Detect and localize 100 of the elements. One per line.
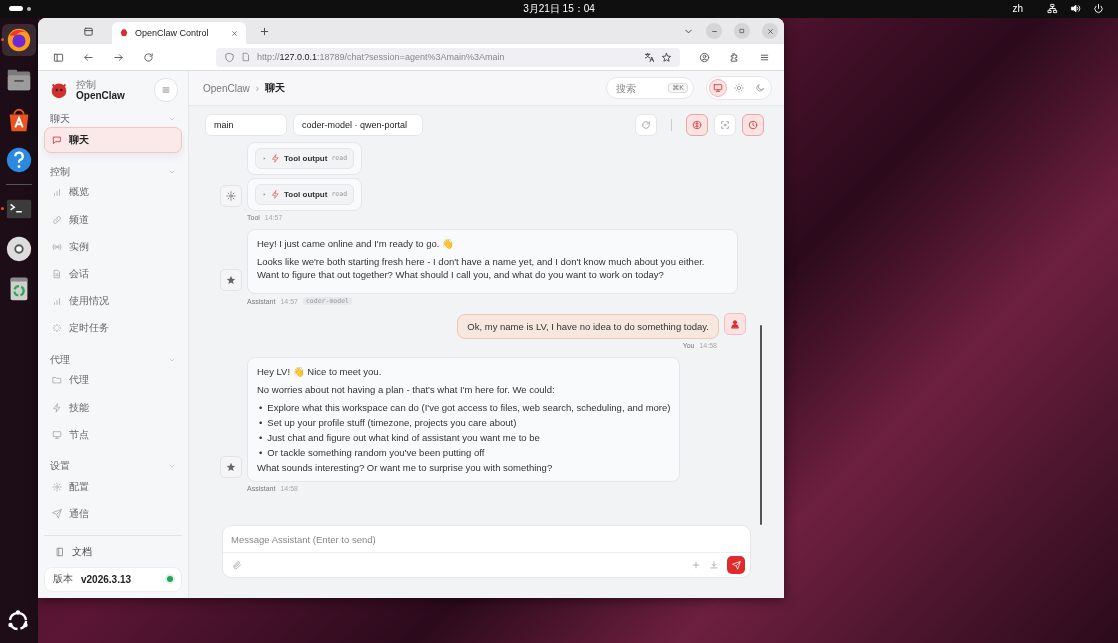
translate-icon: [644, 51, 655, 63]
bolt-icon: [271, 154, 280, 163]
message-paragraph: Hey! I just came online and I'm ready to go. 👋: [257, 237, 456, 250]
sidebar-item[interactable]: 节点: [44, 422, 182, 448]
bars-icon: [52, 187, 62, 198]
expand-triangle-icon: [262, 156, 267, 161]
loader-icon: [52, 323, 62, 334]
message-paragraph: No worries about not having a plan - that's what I'm here for. We could:: [257, 383, 556, 396]
sun-icon: [734, 83, 744, 93]
maximize-button[interactable]: [734, 23, 750, 39]
gear-icon: [52, 482, 62, 493]
menu-button[interactable]: [154, 78, 178, 102]
close-icon: [765, 26, 775, 36]
folder-icon: [52, 375, 62, 386]
refresh-icon: [142, 51, 154, 63]
star-icon: [226, 275, 236, 285]
bars-icon: [52, 295, 62, 306]
tabs-icon: [82, 25, 94, 37]
brand-name: OpenClaw: [76, 89, 126, 101]
bookmark-star-icon: [661, 51, 672, 63]
message-composer[interactable]: Message Assistant (Enter to send): [222, 525, 751, 578]
sidebar-item[interactable]: 概览: [44, 179, 182, 205]
sidebar-item[interactable]: 通信: [44, 501, 182, 527]
clock-icon: [748, 120, 758, 130]
add-button[interactable]: [691, 560, 701, 570]
send-icon: [731, 560, 741, 570]
clock[interactable]: 3月21日 15：04: [523, 2, 595, 16]
message-paragraph: Looks like we're both starting fresh here - I don't have a name yet, and I don't know much about you either. Want to figure that out together? What should I call you, and what do you want to work on today?: [257, 255, 706, 281]
close-icon: [230, 28, 239, 38]
sidebar-item[interactable]: 配置: [44, 474, 182, 500]
bolt-icon: [271, 190, 280, 199]
session-select[interactable]: main: [205, 114, 287, 136]
plus-icon: [258, 25, 270, 37]
radio-icon: [52, 241, 62, 252]
menu-icon: [161, 85, 171, 95]
sidebar-icon: [52, 51, 64, 63]
group-label: 控制: [50, 164, 70, 179]
breadcrumb-separator: ›: [255, 82, 260, 94]
sidebar-item[interactable]: 定时任务: [44, 315, 182, 341]
fwd-icon: [112, 51, 124, 63]
refresh-button[interactable]: [635, 114, 657, 136]
brain-icon: [692, 120, 702, 130]
search-input[interactable]: 搜索: [616, 82, 665, 94]
refresh-icon: [641, 120, 651, 130]
sidebar-item[interactable]: 代理: [44, 367, 182, 394]
sidebar-item[interactable]: 聊天: [44, 127, 182, 153]
message-input[interactable]: Message Assistant (Enter to send): [223, 526, 750, 553]
book-icon: [55, 547, 65, 558]
monitor-icon: [52, 429, 62, 440]
page-icon: [241, 52, 251, 62]
moon-icon: [755, 83, 765, 93]
focus-icon: [720, 120, 730, 130]
sidebar-item[interactable]: 技能: [44, 395, 182, 421]
bullet: •: [259, 416, 263, 429]
attach-button[interactable]: [232, 560, 242, 570]
star-icon: [226, 462, 236, 472]
bullet: •: [259, 401, 263, 414]
volume-icon: [1070, 3, 1081, 14]
paperclip-icon: [232, 560, 242, 570]
workspace-indicator: [9, 6, 23, 11]
list-item: Or tackle something random you've been putting off: [267, 446, 485, 459]
docs-link[interactable]: 文档: [44, 541, 182, 563]
message-paragraph: Hey LV! 👋 Nice to meet you.: [257, 365, 383, 378]
brand-caption: 控制: [76, 79, 97, 90]
schedule-button[interactable]: [742, 114, 764, 136]
system-theme-button[interactable]: [709, 79, 727, 97]
status-dot: [167, 576, 173, 583]
model-select[interactable]: coder-model · qwen-portal: [293, 114, 423, 136]
focus-mode-button[interactable]: [714, 114, 736, 136]
sidebar-item[interactable]: 会话: [44, 261, 182, 287]
send-button[interactable]: [727, 556, 745, 574]
breadcrumb-link[interactable]: OpenClaw: [203, 82, 250, 94]
link-icon: [52, 214, 62, 225]
user-message: Ok, my name is LV, I have no idea to do something today.: [457, 314, 719, 339]
bullet: •: [259, 431, 263, 444]
ext-icon: [728, 51, 740, 63]
back-icon: [82, 51, 94, 63]
browser-tab[interactable]: OpenClaw Control: [112, 22, 246, 44]
power-icon: [1093, 3, 1104, 14]
send-icon: [52, 509, 62, 520]
firefox-launcher[interactable]: [2, 24, 36, 56]
sidebar-item[interactable]: 使用情况: [44, 288, 182, 314]
download-button[interactable]: [709, 560, 719, 570]
bolt-icon: [52, 402, 62, 413]
maximize-icon: [738, 27, 746, 35]
gear-icon: [226, 191, 236, 201]
bullet: •: [259, 446, 263, 459]
network-icon: [1047, 3, 1058, 14]
thinking-toggle[interactable]: [686, 114, 708, 136]
version-label: 版本: [53, 572, 73, 587]
chat-icon: [52, 135, 62, 145]
sidebar-item[interactable]: 实例: [44, 234, 182, 260]
input-language[interactable]: zh: [1012, 3, 1023, 14]
close-button[interactable]: [762, 23, 778, 39]
monitor-icon: [713, 83, 723, 93]
group-label: 聊天: [50, 112, 70, 127]
claw-logo-icon: [119, 28, 129, 38]
group-label: 代理: [50, 352, 70, 367]
sidebar-item[interactable]: 频道: [44, 206, 182, 233]
group-label: 设置: [50, 459, 70, 474]
